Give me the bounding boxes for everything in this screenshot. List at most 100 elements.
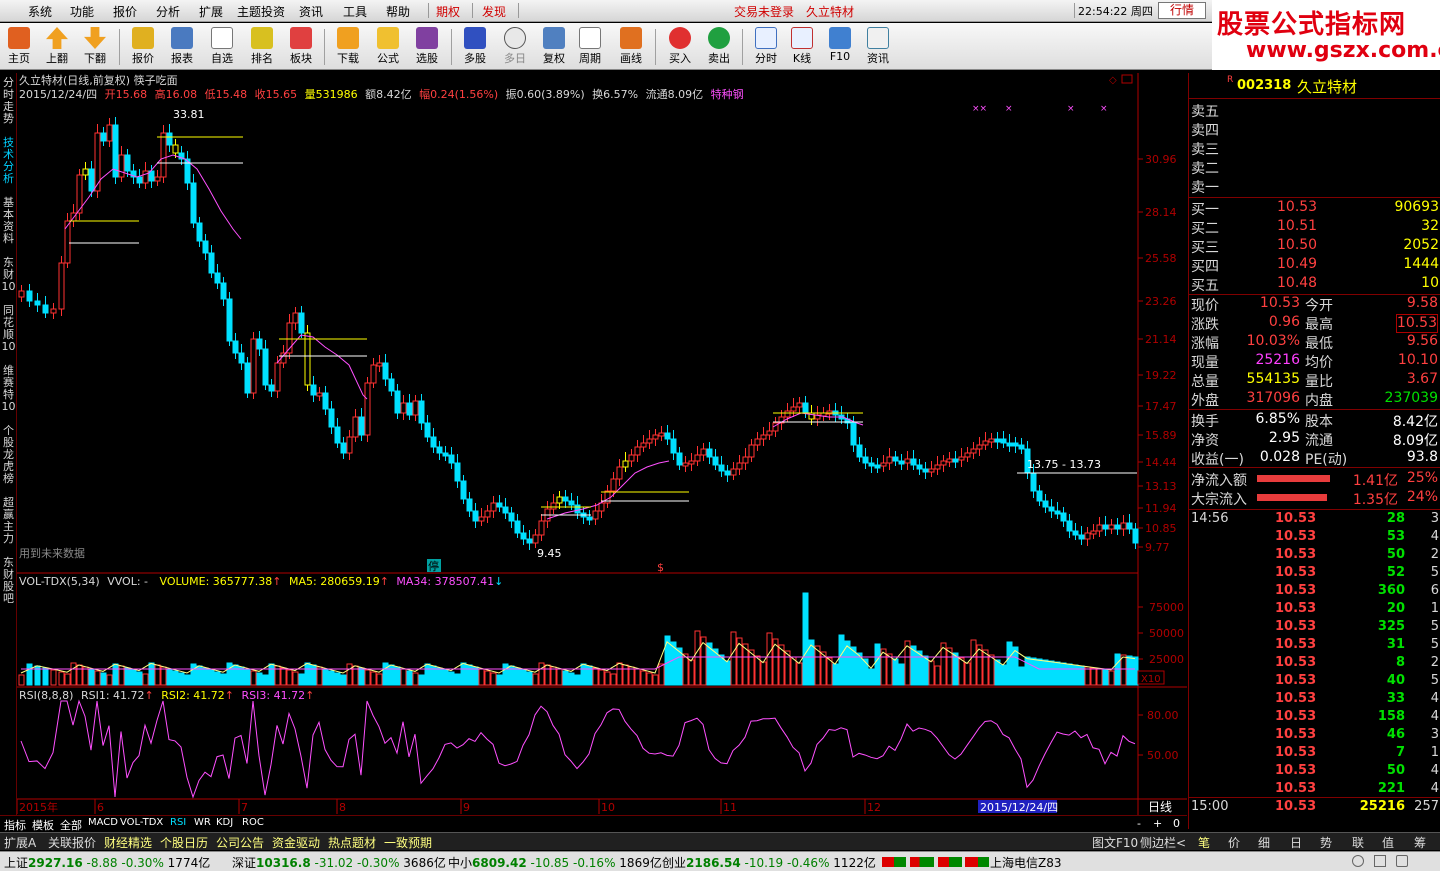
- candle-body: [940, 460, 947, 466]
- tab-vol-tdx[interactable]: VOL-TDX: [120, 817, 163, 828]
- stock-picker-button[interactable]: 选股: [408, 25, 446, 69]
- download-button[interactable]: 下载: [329, 25, 367, 69]
- buy-label: 买入: [669, 52, 691, 65]
- tab-finance-picks[interactable]: 财经精选: [104, 834, 152, 851]
- tab-hot-topics[interactable]: 热点题材: [328, 834, 376, 851]
- candle-body: [1078, 534, 1085, 540]
- tab-rsi[interactable]: RSI: [170, 817, 186, 828]
- page-down-button[interactable]: 下翻: [76, 25, 114, 69]
- multi-stock-button[interactable]: 多股: [456, 25, 494, 69]
- chart-area[interactable]: ◇ 久立特材(日线,前复权) 筷子吃面 2015/12/24/四 开15.68 …: [17, 73, 1187, 815]
- tab-consensus[interactable]: 一致预期: [384, 834, 432, 851]
- tab-wr[interactable]: WR: [194, 817, 211, 828]
- tab-roc[interactable]: ROC: [242, 817, 264, 828]
- buy-button[interactable]: 买入: [661, 25, 699, 69]
- adjust-button[interactable]: 复权: [535, 25, 573, 69]
- candle-body: [478, 516, 485, 522]
- tab-fundamentals[interactable]: 基本资料: [1, 197, 16, 245]
- tab-indicator[interactable]: 指标: [4, 817, 26, 833]
- watchlist-button[interactable]: 自选: [203, 25, 241, 69]
- index-smb[interactable]: 中小6809.42 -10.85 -0.16% 1869亿: [448, 854, 662, 871]
- menu-quote[interactable]: 报价: [113, 3, 137, 20]
- tab-extend-a[interactable]: 扩展A: [4, 834, 36, 851]
- formula-button[interactable]: 公式: [369, 25, 407, 69]
- tab-dragon-tiger[interactable]: 个股龙虎榜: [1, 425, 16, 485]
- server-status[interactable]: 上海电信Z83: [990, 854, 1062, 871]
- tab-stock-forum[interactable]: 东财股吧: [1, 557, 16, 605]
- menu-function[interactable]: 功能: [70, 3, 94, 20]
- tab-technical[interactable]: 技术分析: [1, 137, 16, 185]
- zoom-in-button[interactable]: +: [1153, 817, 1162, 830]
- indicator-tabs: 指标 模板 全部 MACD VOL-TDX RSI WR KDJ ROC - +…: [0, 815, 1187, 833]
- volume-bar: [94, 670, 101, 686]
- bid-row: 买四 10.49 1444: [1191, 256, 1439, 275]
- tab-daily[interactable]: 日: [1290, 834, 1302, 851]
- chart-canvas[interactable]: ◇ 久立特材(日线,前复权) 筷子吃面 2015/12/24/四 开15.68 …: [17, 73, 1187, 815]
- menu-discover[interactable]: 发现: [482, 3, 506, 20]
- tab-trades[interactable]: 笔: [1198, 834, 1210, 851]
- tab-linked[interactable]: 联: [1352, 834, 1364, 851]
- candle-body: [610, 478, 617, 492]
- tab-ths[interactable]: 同花顺10: [1, 305, 16, 353]
- volume-bar: [520, 669, 527, 686]
- period-button[interactable]: 周期: [571, 25, 609, 69]
- menu-news[interactable]: 资讯: [299, 3, 323, 20]
- report-button[interactable]: 报表: [163, 25, 201, 69]
- zoom-out-button[interactable]: -: [1137, 817, 1141, 830]
- tab-detail[interactable]: 细: [1258, 834, 1270, 851]
- quote-mode-button[interactable]: 行情: [1158, 2, 1206, 19]
- menu-analysis[interactable]: 分析: [156, 3, 180, 20]
- home-button[interactable]: 主页: [0, 25, 38, 69]
- ranking-button[interactable]: 排名: [243, 25, 281, 69]
- sidebar-toggle[interactable]: 侧边栏<: [1140, 834, 1186, 851]
- candle-body: [916, 464, 923, 470]
- index-sz[interactable]: 深证10316.8 -31.02 -0.30% 3686亿: [232, 854, 446, 871]
- tab-announcements[interactable]: 公司公告: [216, 834, 264, 851]
- volume-bar: [106, 674, 113, 686]
- candle-body: [1084, 532, 1091, 540]
- login-status[interactable]: 交易未登录: [734, 3, 794, 20]
- tab-wst[interactable]: 维赛特10: [1, 365, 16, 413]
- tab-eastmoney[interactable]: 东财10: [1, 257, 16, 293]
- tab-all[interactable]: 全部: [60, 817, 82, 833]
- tab-chips[interactable]: 筹: [1414, 834, 1426, 851]
- candle-body: [694, 454, 701, 462]
- tab-value[interactable]: 值: [1382, 834, 1394, 851]
- tab-intraday[interactable]: 分时走势: [1, 77, 16, 125]
- intraday-button[interactable]: 分时: [747, 25, 785, 69]
- tick-price: 10.53: [1275, 763, 1317, 778]
- tab-price[interactable]: 价: [1228, 834, 1240, 851]
- menu-extend[interactable]: 扩展: [199, 3, 223, 20]
- index-chinext[interactable]: 创业2186.54 -10.19 -0.46% 1122亿: [662, 854, 876, 871]
- period-label[interactable]: 日线: [1148, 800, 1172, 814]
- tab-trend[interactable]: 势: [1320, 834, 1332, 851]
- menu-system[interactable]: 系统: [28, 3, 52, 20]
- candle-body: [298, 312, 305, 334]
- tab-template[interactable]: 模板: [32, 817, 54, 833]
- tab-capital-drive[interactable]: 资金驱动: [272, 834, 320, 851]
- candle-body: [136, 176, 143, 184]
- tab-kdj[interactable]: KDJ: [216, 817, 233, 828]
- sell-button[interactable]: 卖出: [700, 25, 738, 69]
- tab-stock-calendar[interactable]: 个股日历: [160, 834, 208, 851]
- quote-button[interactable]: 报价: [124, 25, 162, 69]
- page-up-button[interactable]: 上翻: [38, 25, 76, 69]
- f10-button[interactable]: F10: [821, 25, 859, 69]
- multi-day-button[interactable]: 多日: [496, 25, 534, 69]
- tab-macd[interactable]: MACD: [88, 817, 118, 828]
- news-button[interactable]: 资讯: [859, 25, 897, 69]
- index-sh[interactable]: 上证2927.16 -8.88 -0.30% 1774亿: [4, 854, 210, 871]
- menu-help[interactable]: 帮助: [386, 3, 410, 20]
- menu-tools[interactable]: 工具: [343, 3, 367, 20]
- zoom-reset-button[interactable]: 0: [1173, 817, 1180, 830]
- tab-related-quote[interactable]: 关联报价: [48, 834, 96, 851]
- menu-theme-invest[interactable]: 主题投资: [237, 3, 285, 20]
- graphic-f10-button[interactable]: 图文F10: [1092, 834, 1138, 851]
- draw-line-button[interactable]: 画线: [612, 25, 650, 69]
- kline-button[interactable]: K线: [783, 25, 821, 69]
- menu-options[interactable]: 期权: [436, 3, 460, 20]
- toolbar: 主页 上翻 下翻 报价 报表 自选 排名 板块 下载 公式 选股 多股 多日 复…: [0, 23, 1212, 70]
- tab-main-force[interactable]: 超赢主力: [1, 497, 16, 545]
- zx-value: 6809.42: [472, 856, 527, 870]
- sector-button[interactable]: 板块: [282, 25, 320, 69]
